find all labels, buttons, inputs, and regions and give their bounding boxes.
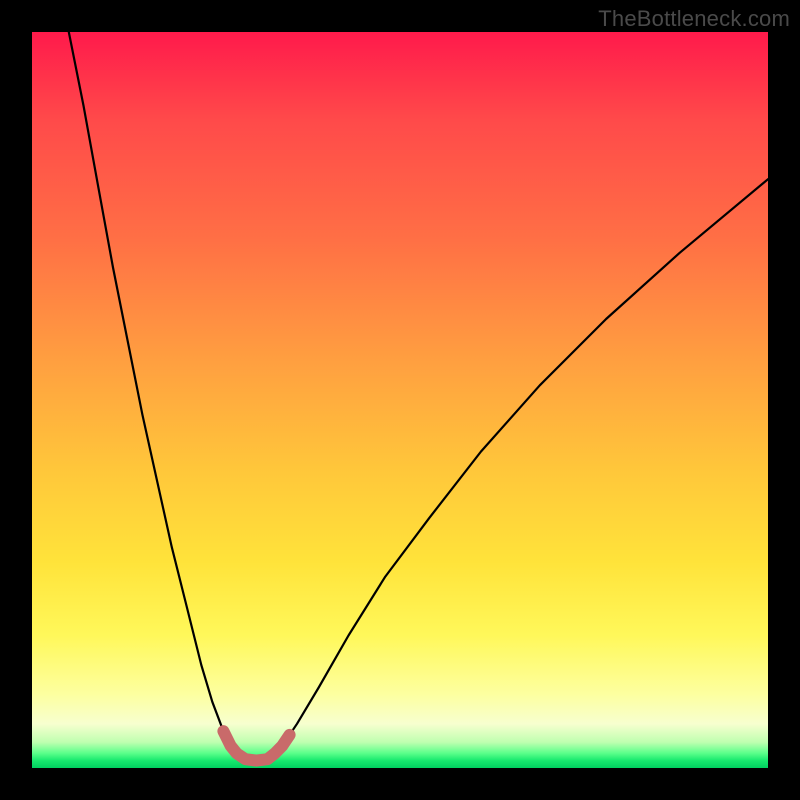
curve-layer [32, 32, 768, 768]
chart-frame: TheBottleneck.com [0, 0, 800, 800]
plot-area [32, 32, 768, 768]
watermark-text: TheBottleneck.com [598, 6, 790, 32]
valley-highlight [223, 731, 289, 760]
bottleneck-curve [69, 32, 768, 761]
